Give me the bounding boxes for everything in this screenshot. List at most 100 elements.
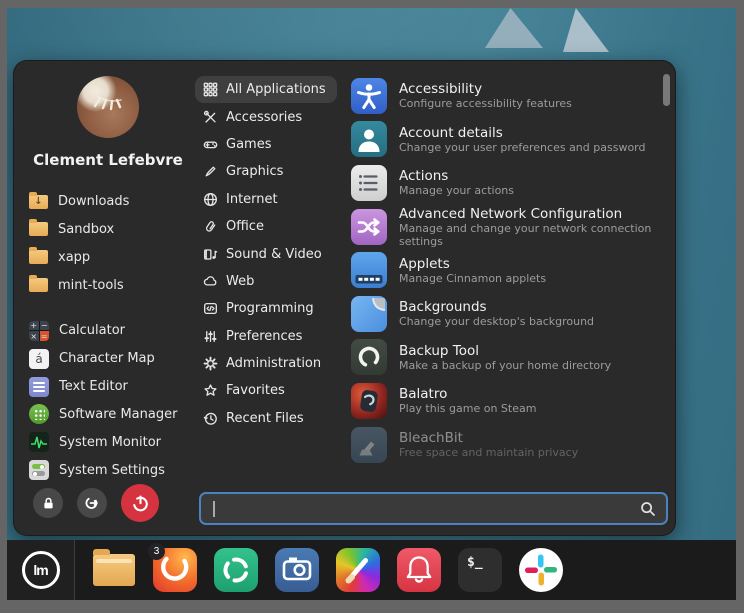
sync-tool-button[interactable]: [214, 548, 258, 592]
file-manager-button[interactable]: [92, 548, 136, 592]
category-recent-files[interactable]: Recent Files: [195, 405, 315, 432]
character-map-icon: á: [29, 349, 49, 369]
place-item-xapp[interactable]: xapp: [29, 243, 187, 271]
place-item-sandbox[interactable]: Sandbox: [29, 216, 187, 244]
app-item-backgrounds[interactable]: Backgrounds Change your desktop's backgr…: [351, 292, 662, 336]
place-item-mint-tools[interactable]: mint-tools: [29, 271, 187, 299]
logout-icon: [84, 495, 100, 511]
category-graphics[interactable]: Graphics: [195, 158, 294, 185]
app-item-actions[interactable]: Actions Manage your actions: [351, 161, 662, 205]
pen-icon: [203, 164, 218, 179]
category-internet[interactable]: Internet: [195, 186, 289, 213]
terminal-button[interactable]: $_: [458, 548, 502, 592]
desktop-wallpaper: Clement Lefebvre Downloads Sandbox xapp …: [7, 8, 736, 600]
category-programming[interactable]: Programming: [195, 295, 325, 322]
folder-icon: [93, 554, 135, 586]
paintbrush-icon: [336, 548, 380, 592]
camera-icon: [275, 548, 319, 592]
network-arrows-icon: [351, 209, 387, 245]
mint-logo-icon: lm: [22, 551, 60, 589]
cloud-icon: [203, 274, 218, 289]
folder-icon: [29, 278, 48, 292]
search-icon: [640, 501, 656, 517]
user-avatar[interactable]: [77, 76, 139, 138]
application-list: Accessibility Configure accessibility fe…: [345, 60, 676, 536]
category-administration[interactable]: Administration: [195, 350, 332, 377]
text-caret: [213, 501, 215, 517]
gear-icon: [203, 356, 218, 371]
place-item-downloads[interactable]: Downloads: [29, 188, 187, 216]
search-input[interactable]: [211, 501, 640, 516]
firefox-button[interactable]: 3: [153, 548, 197, 592]
session-buttons: [29, 484, 187, 522]
app-item-accessibility[interactable]: Accessibility Configure accessibility fe…: [351, 74, 662, 118]
category-sound-video[interactable]: Sound & Video: [195, 240, 333, 267]
accessibility-icon: [351, 78, 387, 114]
software-manager-icon: [29, 404, 49, 424]
logout-button[interactable]: [77, 488, 107, 518]
app-item-backup-tool[interactable]: Backup Tool Make a backup of your home d…: [351, 336, 662, 380]
taskbar-panel: lm 3: [7, 540, 736, 600]
favorite-item-system-monitor[interactable]: System Monitor: [29, 428, 187, 456]
app-item-advanced-network-configuration[interactable]: Advanced Network Configuration Manage an…: [351, 205, 662, 249]
app-item-account-details[interactable]: Account details Change your user prefere…: [351, 118, 662, 162]
backgrounds-icon: [351, 296, 387, 332]
lock-screen-button[interactable]: [33, 488, 63, 518]
backup-ring-icon: [351, 339, 387, 375]
notification-badge: 3: [148, 543, 165, 560]
menu-sidebar: Clement Lefebvre Downloads Sandbox xapp …: [13, 60, 195, 536]
app-item-applets[interactable]: Applets Manage Cinnamon applets: [351, 248, 662, 292]
scrollbar-thumb[interactable]: [663, 74, 670, 106]
shutdown-button[interactable]: [121, 484, 159, 522]
favorite-item-software-manager[interactable]: Software Manager: [29, 400, 187, 428]
system-settings-icon: [29, 460, 49, 480]
tools-icon: [203, 110, 218, 125]
mint-menu-button[interactable]: lm: [7, 540, 75, 600]
category-office[interactable]: Office: [195, 213, 275, 240]
applets-panel-icon: [351, 252, 387, 288]
text-editor-icon: [29, 377, 49, 397]
slack-icon: [519, 548, 563, 592]
category-accessories[interactable]: Accessories: [195, 103, 313, 130]
lock-icon: [41, 496, 56, 511]
favorite-item-character-map[interactable]: á Character Map: [29, 345, 187, 373]
notifications-button[interactable]: [397, 548, 441, 592]
category-list: All Applications Accessories: [195, 60, 345, 536]
avatar-laces-decoration: [77, 76, 139, 138]
category-all-applications[interactable]: All Applications: [195, 76, 337, 103]
favorite-item-system-settings[interactable]: System Settings: [29, 456, 187, 484]
account-icon: [351, 121, 387, 157]
star-icon: [203, 383, 218, 398]
app-item-balatro[interactable]: Balatro Play this game on Steam: [351, 379, 662, 423]
system-monitor-icon: [29, 432, 49, 452]
balatro-icon: [351, 383, 387, 419]
favorite-item-calculator[interactable]: +−×= Calculator: [29, 317, 187, 345]
wallpaper-mountain: [563, 8, 609, 52]
history-icon: [203, 411, 218, 426]
folder-icon: [29, 222, 48, 236]
grid-icon: [203, 82, 218, 97]
menu-main: All Applications Accessories: [195, 60, 676, 536]
gamepad-icon: [203, 137, 218, 152]
category-games[interactable]: Games: [195, 131, 282, 158]
folder-downloads-icon: [29, 195, 48, 209]
paperclip-icon: [203, 219, 218, 234]
category-web[interactable]: Web: [195, 268, 265, 295]
category-preferences[interactable]: Preferences: [195, 323, 313, 350]
app-item-bleachbit[interactable]: BleachBit Free space and maintain privac…: [351, 423, 662, 467]
slack-button[interactable]: [519, 548, 563, 592]
user-name: Clement Lefebvre: [29, 151, 187, 169]
terminal-prompt-glyph: $_: [458, 548, 483, 570]
globe-icon: [203, 192, 218, 207]
camera-button[interactable]: [275, 548, 319, 592]
cinnamon-menu: Clement Lefebvre Downloads Sandbox xapp …: [13, 60, 676, 536]
category-favorites[interactable]: Favorites: [195, 377, 296, 404]
wallpaper-mountain: [485, 8, 543, 48]
drawing-app-button[interactable]: [336, 548, 380, 592]
favorite-item-text-editor[interactable]: Text Editor: [29, 373, 187, 401]
actions-list-icon: [351, 165, 387, 201]
sync-arrows-icon: [214, 548, 258, 592]
search-bar[interactable]: [199, 492, 668, 525]
screenshot-frame: Clement Lefebvre Downloads Sandbox xapp …: [0, 0, 744, 613]
code-icon: [203, 301, 218, 316]
